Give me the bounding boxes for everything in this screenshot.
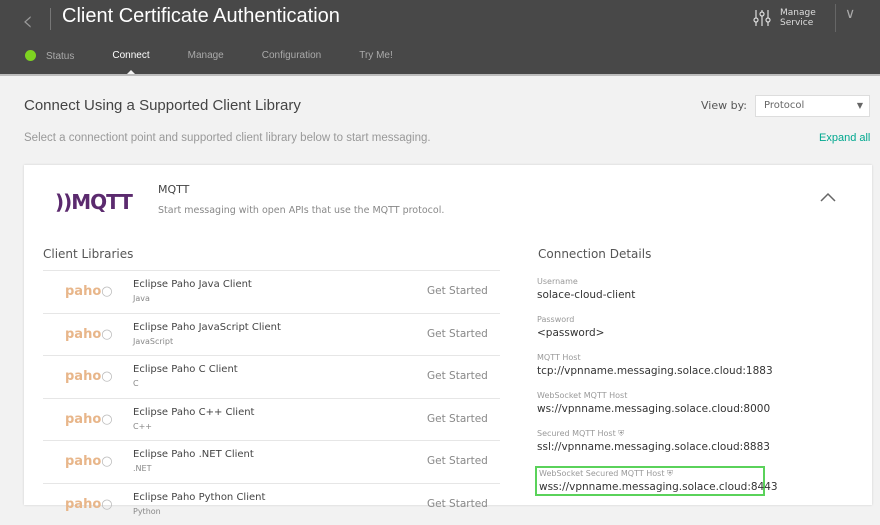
library-name: Eclipse Paho Java Client (133, 279, 252, 290)
library-language: JavaScript (133, 337, 173, 346)
chevron-down-icon[interactable]: ∨ (845, 6, 855, 22)
connection-field: MQTT Host tcp://vpnname.messaging.solace… (535, 352, 765, 390)
section-subtitle: Select a connectiont point and supported… (24, 132, 431, 144)
library-language: Python (133, 507, 161, 516)
field-value[interactable]: solace-cloud-client (537, 288, 763, 303)
library-name: Eclipse Paho C Client (133, 364, 238, 375)
connection-details: Connection Details Username solace-cloud… (538, 247, 868, 496)
paho-logo: paho○ (65, 412, 113, 427)
paho-logo: paho○ (65, 369, 113, 384)
library-name: Eclipse Paho C++ Client (133, 407, 254, 418)
paho-logo: paho○ (65, 327, 113, 342)
field-label: Password (537, 315, 574, 324)
top-header: ‹ Client Certificate Authentication Mana… (0, 0, 880, 76)
library-name: Eclipse Paho .NET Client (133, 449, 254, 460)
view-by-select[interactable]: Protocol ▼ (755, 95, 870, 117)
tab-manage[interactable]: Manage (188, 50, 224, 62)
library-row[interactable]: paho○ Eclipse Paho Java Client Java Get … (43, 270, 500, 313)
field-value[interactable]: <password> (537, 326, 763, 341)
view-by-value: Protocol (764, 100, 804, 111)
paho-logo: paho○ (65, 284, 113, 299)
protocol-card: ))MQTT MQTT Start messaging with open AP… (24, 165, 872, 505)
tab-bar: Status Connect Manage Configuration Try … (25, 50, 431, 62)
field-value[interactable]: wss://vpnname.messaging.solace.cloud:844… (539, 480, 761, 495)
client-libraries-heading: Client Libraries (43, 247, 133, 261)
get-started-link[interactable]: Get Started (427, 455, 488, 467)
get-started-link[interactable]: Get Started (427, 328, 488, 340)
caret-down-icon: ▼ (857, 101, 863, 110)
section-title: Connect Using a Supported Client Library (24, 97, 301, 114)
library-row[interactable]: paho○ Eclipse Paho .NET Client .NET Get … (43, 440, 500, 483)
back-button[interactable]: ‹ (22, 4, 33, 37)
get-started-link[interactable]: Get Started (427, 413, 488, 425)
expand-all-link[interactable]: Expand all (819, 132, 870, 144)
library-language: .NET (133, 464, 151, 473)
connection-details-heading: Connection Details (538, 247, 868, 261)
get-started-link[interactable]: Get Started (427, 498, 488, 510)
field-value[interactable]: ws://vpnname.messaging.solace.cloud:8000 (537, 402, 763, 417)
get-started-link[interactable]: Get Started (427, 285, 488, 297)
field-label: WebSocket MQTT Host (537, 391, 627, 400)
field-value[interactable]: ssl://vpnname.messaging.solace.cloud:888… (537, 440, 763, 455)
connection-field: Password <password> (535, 314, 765, 352)
library-list: paho○ Eclipse Paho Java Client Java Get … (43, 270, 500, 525)
tab-configuration[interactable]: Configuration (262, 50, 321, 62)
library-name: Eclipse Paho JavaScript Client (133, 322, 281, 333)
chevron-up-icon[interactable] (820, 190, 836, 206)
connection-field: Username solace-cloud-client (535, 276, 765, 314)
tab-label: Status (46, 51, 74, 62)
tab-connect[interactable]: Connect (112, 50, 149, 62)
divider (835, 4, 836, 32)
manage-label: Manage (780, 8, 816, 18)
view-by-label: View by: (701, 99, 747, 112)
page-title: Client Certificate Authentication (62, 5, 340, 28)
service-label: Service (780, 18, 816, 28)
sliders-icon (752, 8, 772, 28)
library-language: C++ (133, 422, 152, 431)
library-language: Java (133, 294, 150, 303)
tab-try-me[interactable]: Try Me! (359, 50, 393, 62)
paho-logo: paho○ (65, 497, 113, 512)
shield-icon: ⛨ (618, 429, 624, 438)
protocol-name: MQTT (158, 183, 189, 196)
manage-service-button[interactable]: ManageService (752, 8, 816, 28)
shield-icon: ⛨ (667, 469, 673, 478)
status-dot-icon (25, 50, 36, 61)
field-label: MQTT Host (537, 353, 581, 362)
connection-field: WebSocket Secured MQTT Host ⛨ wss://vpnn… (535, 466, 765, 496)
library-row[interactable]: paho○ Eclipse Paho C++ Client C++ Get St… (43, 398, 500, 441)
library-row[interactable]: paho○ Eclipse Paho Python Client Python … (43, 483, 500, 525)
divider (50, 8, 51, 30)
get-started-link[interactable]: Get Started (427, 370, 488, 382)
field-label: WebSocket Secured MQTT Host (539, 469, 664, 478)
connection-field: WebSocket MQTT Host ws://vpnname.messagi… (535, 390, 765, 428)
field-label: Username (537, 277, 578, 286)
library-row[interactable]: paho○ Eclipse Paho C Client C Get Starte… (43, 355, 500, 398)
connection-field: Secured MQTT Host ⛨ ssl://vpnname.messag… (535, 428, 765, 466)
field-label: Secured MQTT Host (537, 429, 616, 438)
library-language: C (133, 379, 139, 388)
library-row[interactable]: paho○ Eclipse Paho JavaScript Client Jav… (43, 313, 500, 356)
protocol-description: Start messaging with open APIs that use … (158, 205, 444, 216)
field-value[interactable]: tcp://vpnname.messaging.solace.cloud:188… (537, 364, 763, 379)
paho-logo: paho○ (65, 454, 113, 469)
tab-status[interactable]: Status (25, 50, 74, 62)
mqtt-logo: ))MQTT (55, 190, 132, 214)
